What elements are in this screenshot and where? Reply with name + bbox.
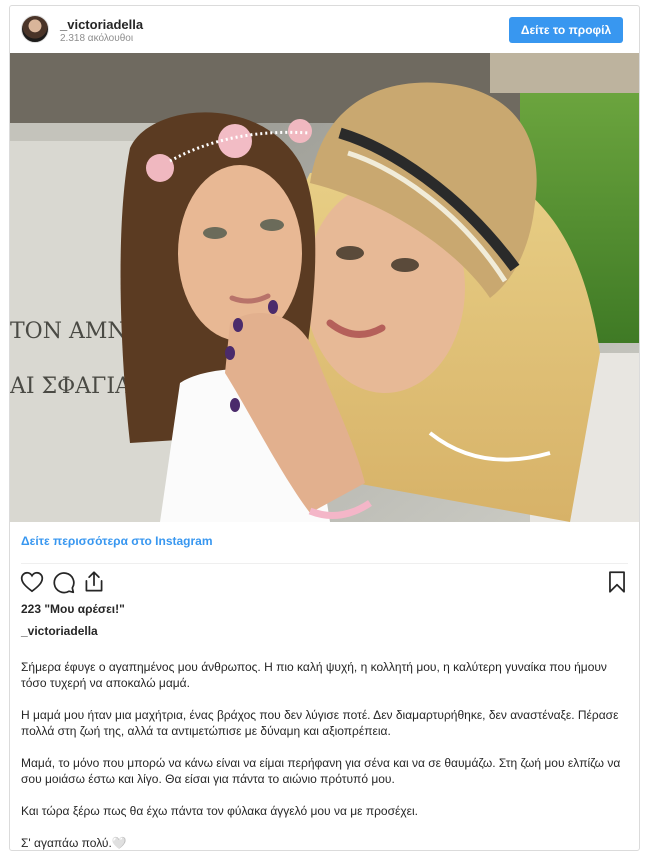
heart-icon[interactable] — [19, 569, 45, 595]
share-icon[interactable] — [81, 569, 107, 595]
post-header: _victoriadella 2.318 ακόλουθοι Δείτε το … — [10, 6, 639, 51]
header-username[interactable]: _victoriadella — [60, 17, 143, 32]
caption-paragraph: Μαμά, το μόνο που μπορώ να κάνω είναι να… — [21, 756, 621, 786]
caption-paragraph: Σ' αγαπάω πολύ.🤍 — [21, 836, 127, 850]
avatar[interactable] — [21, 15, 49, 43]
comment-icon[interactable] — [50, 569, 76, 595]
instagram-embed-card: _victoriadella 2.318 ακόλουθοι Δείτε το … — [9, 5, 640, 851]
bookmark-icon[interactable] — [604, 569, 630, 595]
see-more-on-instagram-link[interactable]: Δείτε περισσότερα στο Instagram — [21, 534, 213, 548]
view-profile-button[interactable]: Δείτε το προφίλ — [509, 17, 623, 43]
like-count[interactable]: 223 "Μου αρέσει!" — [21, 602, 125, 616]
caption-paragraph: Και τώρα ξέρω πως θα έχω πάντα τον φύλακ… — [21, 804, 418, 818]
follower-count: 2.318 ακόλουθοι — [60, 33, 134, 44]
post-photo[interactable]: ΤΟΝ ΑΜΝΟ ΑΙ ΣΦΑΓΙΑΣΘ — [10, 53, 639, 522]
caption-username[interactable]: _victoriadella — [21, 624, 98, 638]
caption-paragraph: Σήμερα έφυγε ο αγαπημένος μου άνθρωπος. … — [21, 660, 607, 690]
caption-paragraph: Η μαμά μου ήταν μια μαχήτρια, ένας βράχο… — [21, 708, 619, 738]
divider — [21, 563, 628, 564]
post-caption: Σήμερα έφυγε ο αγαπημένος μου άνθρωπος. … — [21, 659, 633, 867]
